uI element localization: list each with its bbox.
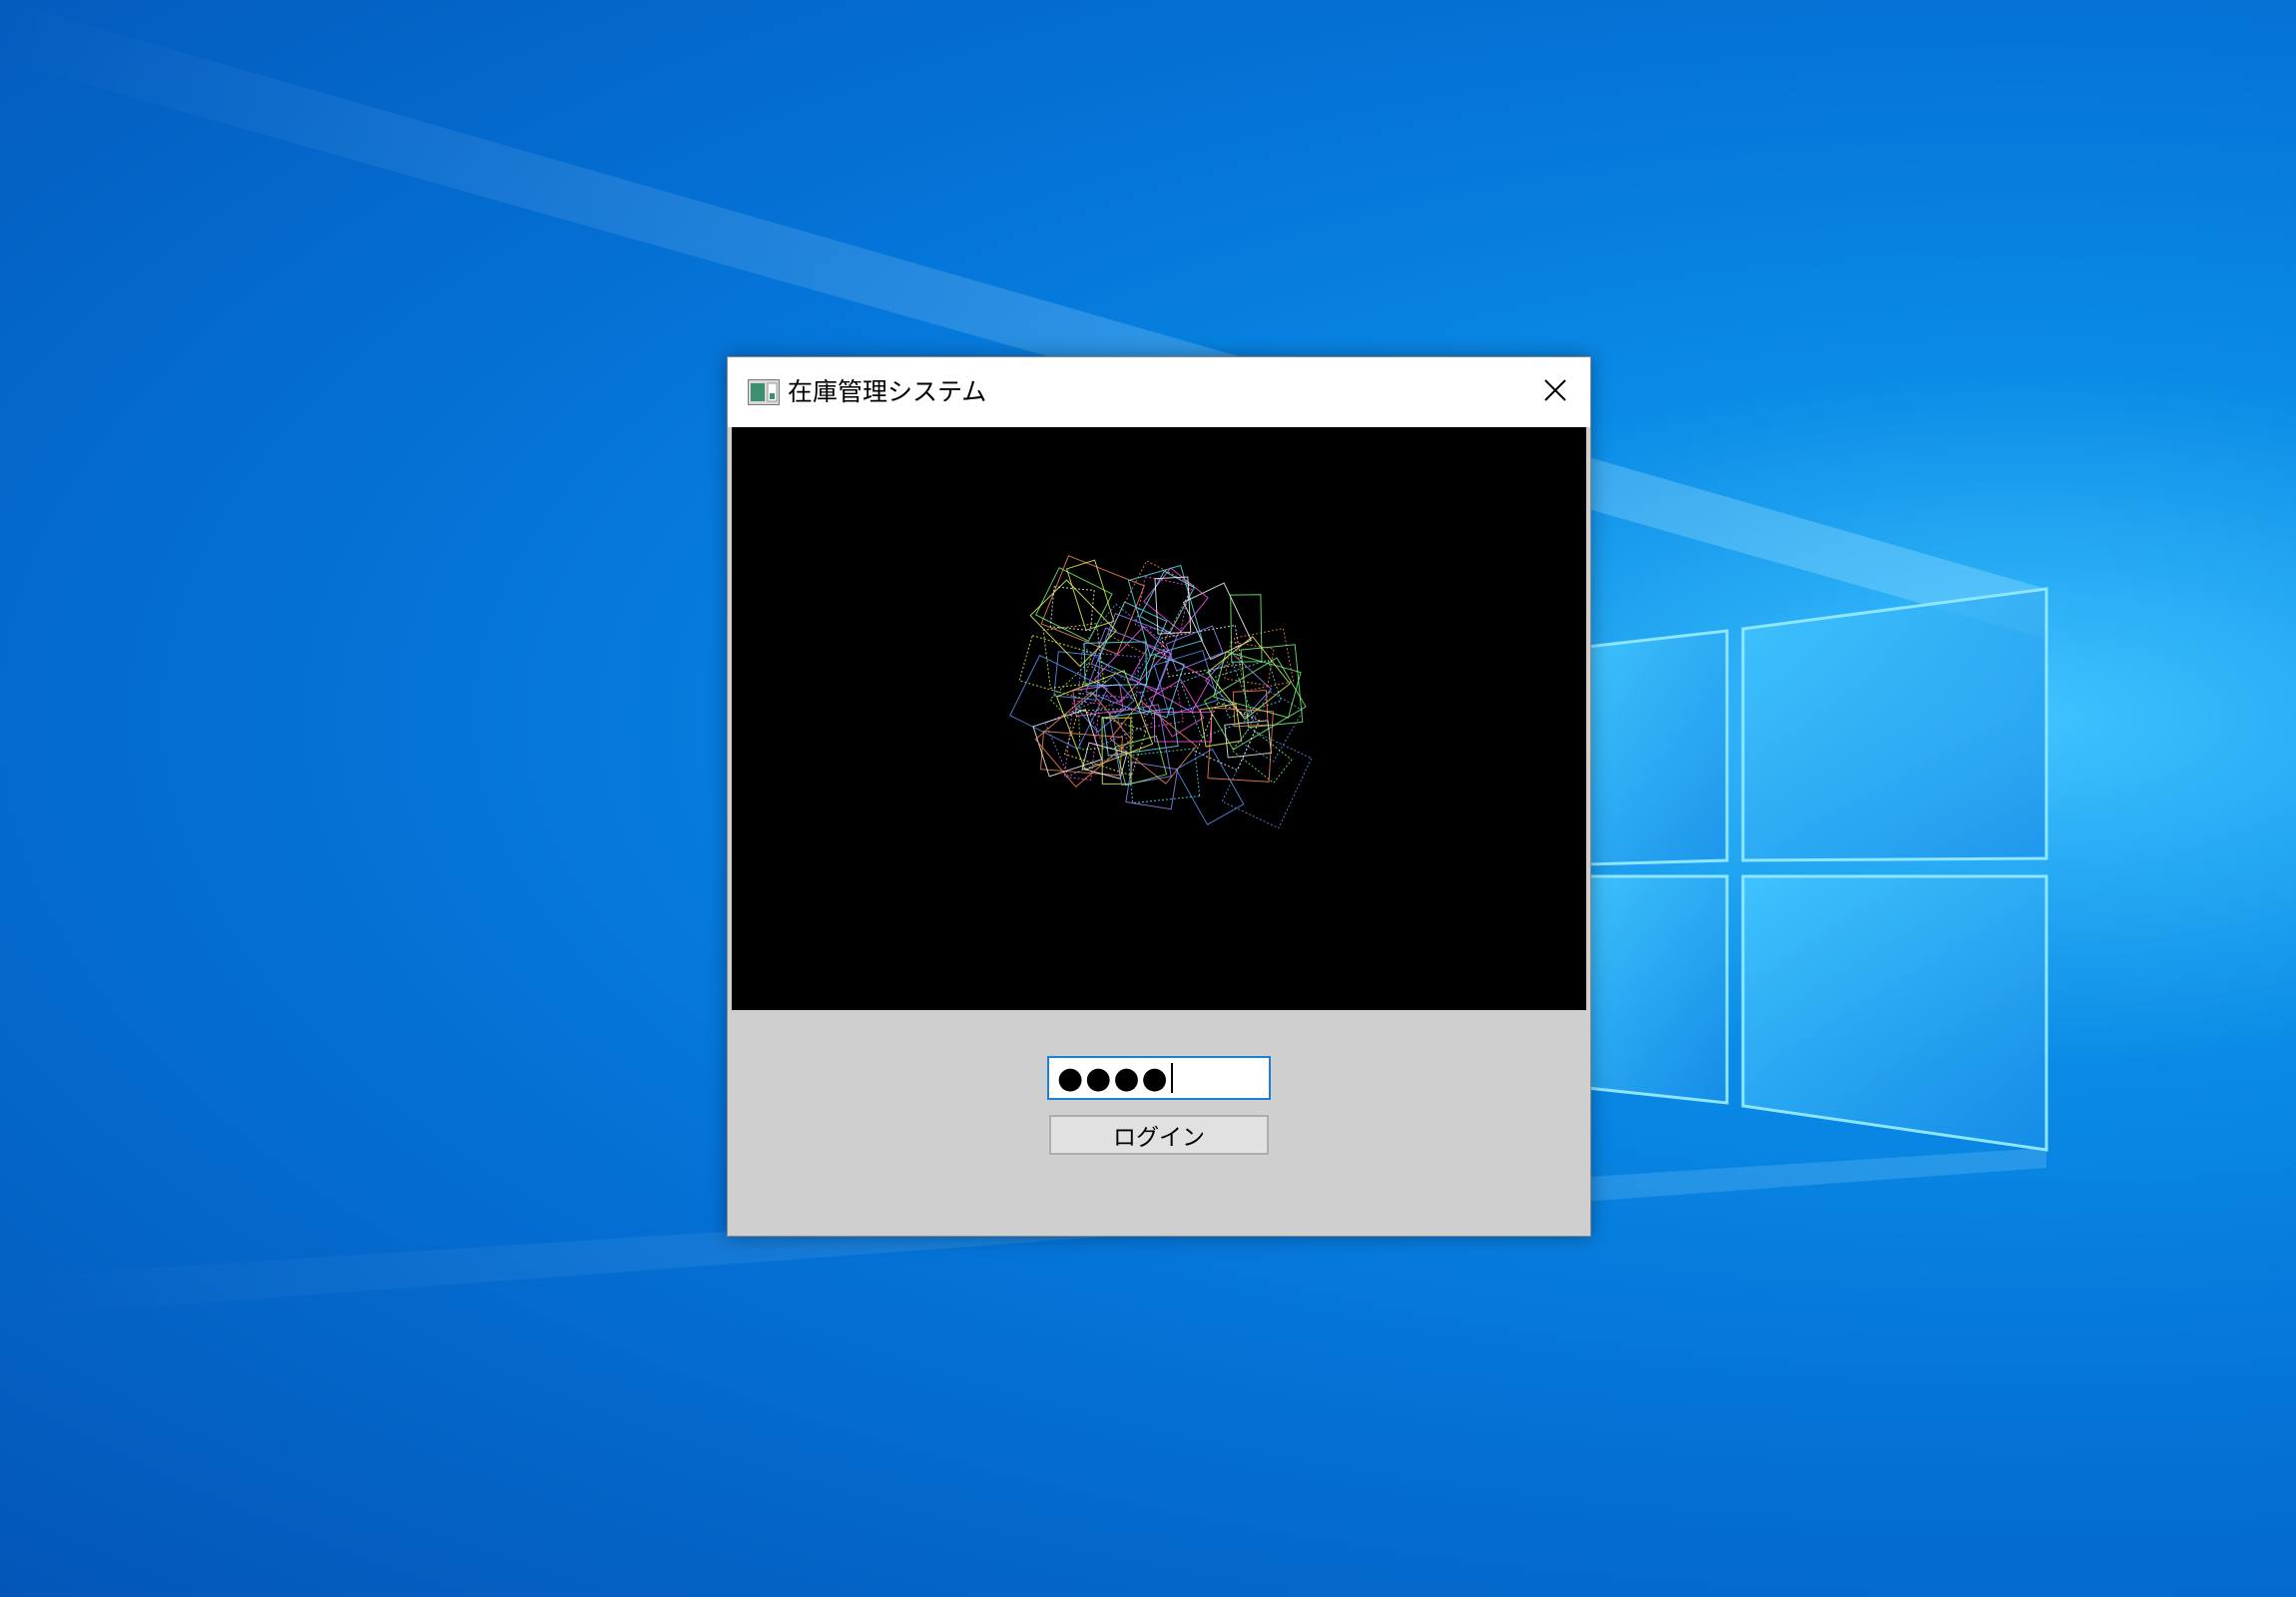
login-button[interactable]: ログイン bbox=[1049, 1115, 1269, 1155]
password-input[interactable]: ●●●● bbox=[1047, 1056, 1271, 1100]
close-button[interactable] bbox=[1520, 357, 1590, 427]
wireframe-shape bbox=[1134, 576, 1191, 635]
wireframe-animation bbox=[1009, 555, 1313, 829]
animation-canvas bbox=[732, 427, 1586, 1010]
wireframe-shape bbox=[1175, 748, 1245, 825]
window-title: 在庫管理システム bbox=[788, 377, 987, 406]
wireframe-shape bbox=[1049, 586, 1095, 632]
password-mask: ●●●● bbox=[1057, 1060, 1170, 1096]
close-icon bbox=[1543, 378, 1567, 406]
application-icon bbox=[748, 379, 780, 405]
title-bar[interactable]: 在庫管理システム bbox=[728, 357, 1590, 427]
wireframe-shape bbox=[1063, 709, 1147, 777]
wireframe-shape bbox=[1199, 703, 1243, 748]
wireframe-shape bbox=[1230, 594, 1263, 663]
wireframe-shape bbox=[1127, 748, 1201, 804]
login-button-label: ログイン bbox=[1113, 1125, 1205, 1151]
text-caret bbox=[1170, 1063, 1173, 1093]
login-window: 在庫管理システム ●●●● ログイン bbox=[727, 356, 1591, 1237]
wireframe-shape bbox=[1203, 657, 1307, 751]
wireframe-shape bbox=[1040, 555, 1145, 655]
